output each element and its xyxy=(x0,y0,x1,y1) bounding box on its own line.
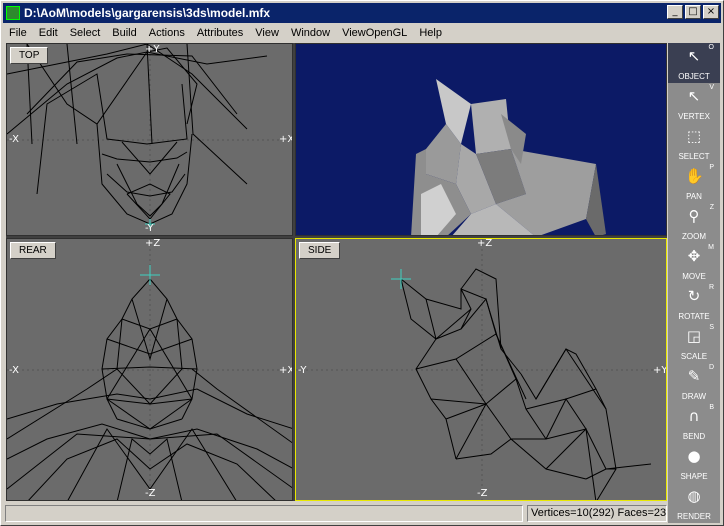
top-wireframe xyxy=(7,44,292,229)
menu-bar: File Edit Select Build Actions Attribute… xyxy=(3,24,448,42)
top-axis-right: +X xyxy=(279,134,293,145)
status-pane-main xyxy=(5,505,523,522)
tool-pan-key: P xyxy=(709,164,714,171)
tool-scale-label: SCALE xyxy=(680,352,708,361)
tool-vertex-label: VERTEX xyxy=(678,112,710,121)
maximize-button[interactable]: □ xyxy=(685,5,701,19)
rear-axis-right: +X xyxy=(279,365,293,376)
tool-bend[interactable]: B ∩ BEND xyxy=(668,403,720,443)
side-axis-down: -Z xyxy=(477,488,488,499)
tool-rotate[interactable]: R ↻ ROTATE xyxy=(668,283,720,323)
tool-scale[interactable]: S ◲ SCALE xyxy=(668,323,720,363)
tool-zoom[interactable]: Z ⚲ ZOOM xyxy=(668,203,720,243)
tool-draw-key: D xyxy=(708,364,714,371)
tool-rotate-key: R xyxy=(708,284,714,291)
tool-move-label: MOVE xyxy=(682,272,706,281)
tool-object-label: OBJECT xyxy=(678,72,710,81)
side-wireframe xyxy=(296,239,666,500)
viewport-side[interactable]: SIDE +Z -Z -Y +Y xyxy=(295,238,667,501)
rear-axis-up: +Z xyxy=(145,238,161,249)
tool-pan[interactable]: P ✋ PAN xyxy=(668,163,720,203)
tool-shape-label: SHAPE xyxy=(680,472,708,481)
menu-file[interactable]: File xyxy=(3,24,33,42)
scale-icon: ◲ xyxy=(686,327,702,345)
tool-vertex[interactable]: V ↖ VERTEX xyxy=(668,83,720,123)
tool-bend-label: BEND xyxy=(682,432,706,441)
tool-pan-label: PAN xyxy=(686,192,702,201)
side-axis-up: +Z xyxy=(477,238,493,249)
menu-edit[interactable]: Edit xyxy=(33,24,64,42)
tool-rotate-label: ROTATE xyxy=(678,312,710,321)
minimize-button[interactable]: _ xyxy=(667,5,683,19)
menu-select[interactable]: Select xyxy=(64,24,107,42)
top-axis-left: -X xyxy=(9,134,19,145)
menu-viewopengl[interactable]: ViewOpenGL xyxy=(336,24,413,42)
select-box-icon: ⬚ xyxy=(686,127,702,145)
render-spheres-icon: ◍ xyxy=(687,487,701,505)
arrow-cursor-icon: ↖ xyxy=(687,47,701,65)
tool-select[interactable]: ⬚ SELECT xyxy=(668,123,720,163)
menu-actions[interactable]: Actions xyxy=(143,24,191,42)
side-axis-right: +Y xyxy=(653,365,667,376)
viewport-area: TOP +Y -Y -X +X REAR +Z -Z -X +X SIDE +Z… xyxy=(6,43,667,501)
menu-view[interactable]: View xyxy=(249,24,285,42)
viewport-side-label[interactable]: SIDE xyxy=(299,242,341,259)
status-bar: Vertices=10(292) Faces=237 xyxy=(3,504,667,522)
move-arrows-icon: ✥ xyxy=(687,247,701,265)
spheres-icon: ● xyxy=(687,447,701,465)
tool-render-label: RENDER xyxy=(677,512,711,521)
viewport-top-label[interactable]: TOP xyxy=(10,47,49,64)
menu-build[interactable]: Build xyxy=(106,24,142,42)
magnet-icon: ∩ xyxy=(688,407,700,425)
tool-draw-label: DRAW xyxy=(681,392,707,401)
tool-select-label: SELECT xyxy=(678,152,710,161)
tool-bend-key: B xyxy=(709,404,714,411)
hand-icon: ✋ xyxy=(685,167,704,185)
side-axis-left: -Y xyxy=(298,365,307,376)
app-window: D:\AoM\models\gargarensis\3ds\model.mfx … xyxy=(0,0,724,526)
tool-move-key: M xyxy=(708,244,714,251)
viewport-opengl[interactable] xyxy=(295,43,667,236)
rear-wireframe xyxy=(7,239,292,500)
close-button[interactable]: × xyxy=(703,5,719,19)
tool-zoom-key: Z xyxy=(709,204,714,211)
opengl-render xyxy=(411,79,606,235)
magnifier-icon: ⚲ xyxy=(688,207,700,225)
window-controls: _ □ × xyxy=(665,5,719,19)
top-axis-down: -Y xyxy=(145,223,154,234)
tool-draw[interactable]: D ✎ DRAW xyxy=(668,363,720,403)
tool-object[interactable]: O ↖ OBJECT xyxy=(668,43,720,83)
viewport-top[interactable]: TOP +Y -Y -X +X xyxy=(6,43,293,236)
rotate-icon: ↻ xyxy=(687,287,701,305)
menu-help[interactable]: Help xyxy=(413,24,448,42)
title-bar: D:\AoM\models\gargarensis\3ds\model.mfx … xyxy=(3,3,721,23)
menu-window[interactable]: Window xyxy=(285,24,336,42)
top-axis-up: +Y xyxy=(145,44,160,55)
tool-vertex-key: V xyxy=(709,84,714,91)
tool-move[interactable]: M ✥ MOVE xyxy=(668,243,720,283)
vertex-cursor-icon: ↖ xyxy=(687,87,701,105)
rear-axis-left: -X xyxy=(9,365,19,376)
tool-shape[interactable]: ● SHAPE xyxy=(668,443,720,483)
tool-render[interactable]: ◍ RENDER xyxy=(668,483,720,523)
app-icon xyxy=(6,6,20,20)
status-counts: Vertices=10(292) Faces=237 xyxy=(527,505,667,522)
tool-scale-key: S xyxy=(709,324,714,331)
tool-zoom-label: ZOOM xyxy=(682,232,706,241)
viewport-rear[interactable]: REAR +Z -Z -X +X xyxy=(6,238,293,501)
tool-palette: O ↖ OBJECT V ↖ VERTEX ⬚ SELECT P ✋ PAN Z… xyxy=(668,43,720,523)
pen-icon: ✎ xyxy=(687,367,701,385)
tool-object-key: O xyxy=(708,44,714,51)
menu-attributes[interactable]: Attributes xyxy=(191,24,249,42)
window-title: D:\AoM\models\gargarensis\3ds\model.mfx xyxy=(24,6,271,20)
viewport-rear-label[interactable]: REAR xyxy=(10,242,56,259)
rear-axis-down: -Z xyxy=(145,488,156,499)
